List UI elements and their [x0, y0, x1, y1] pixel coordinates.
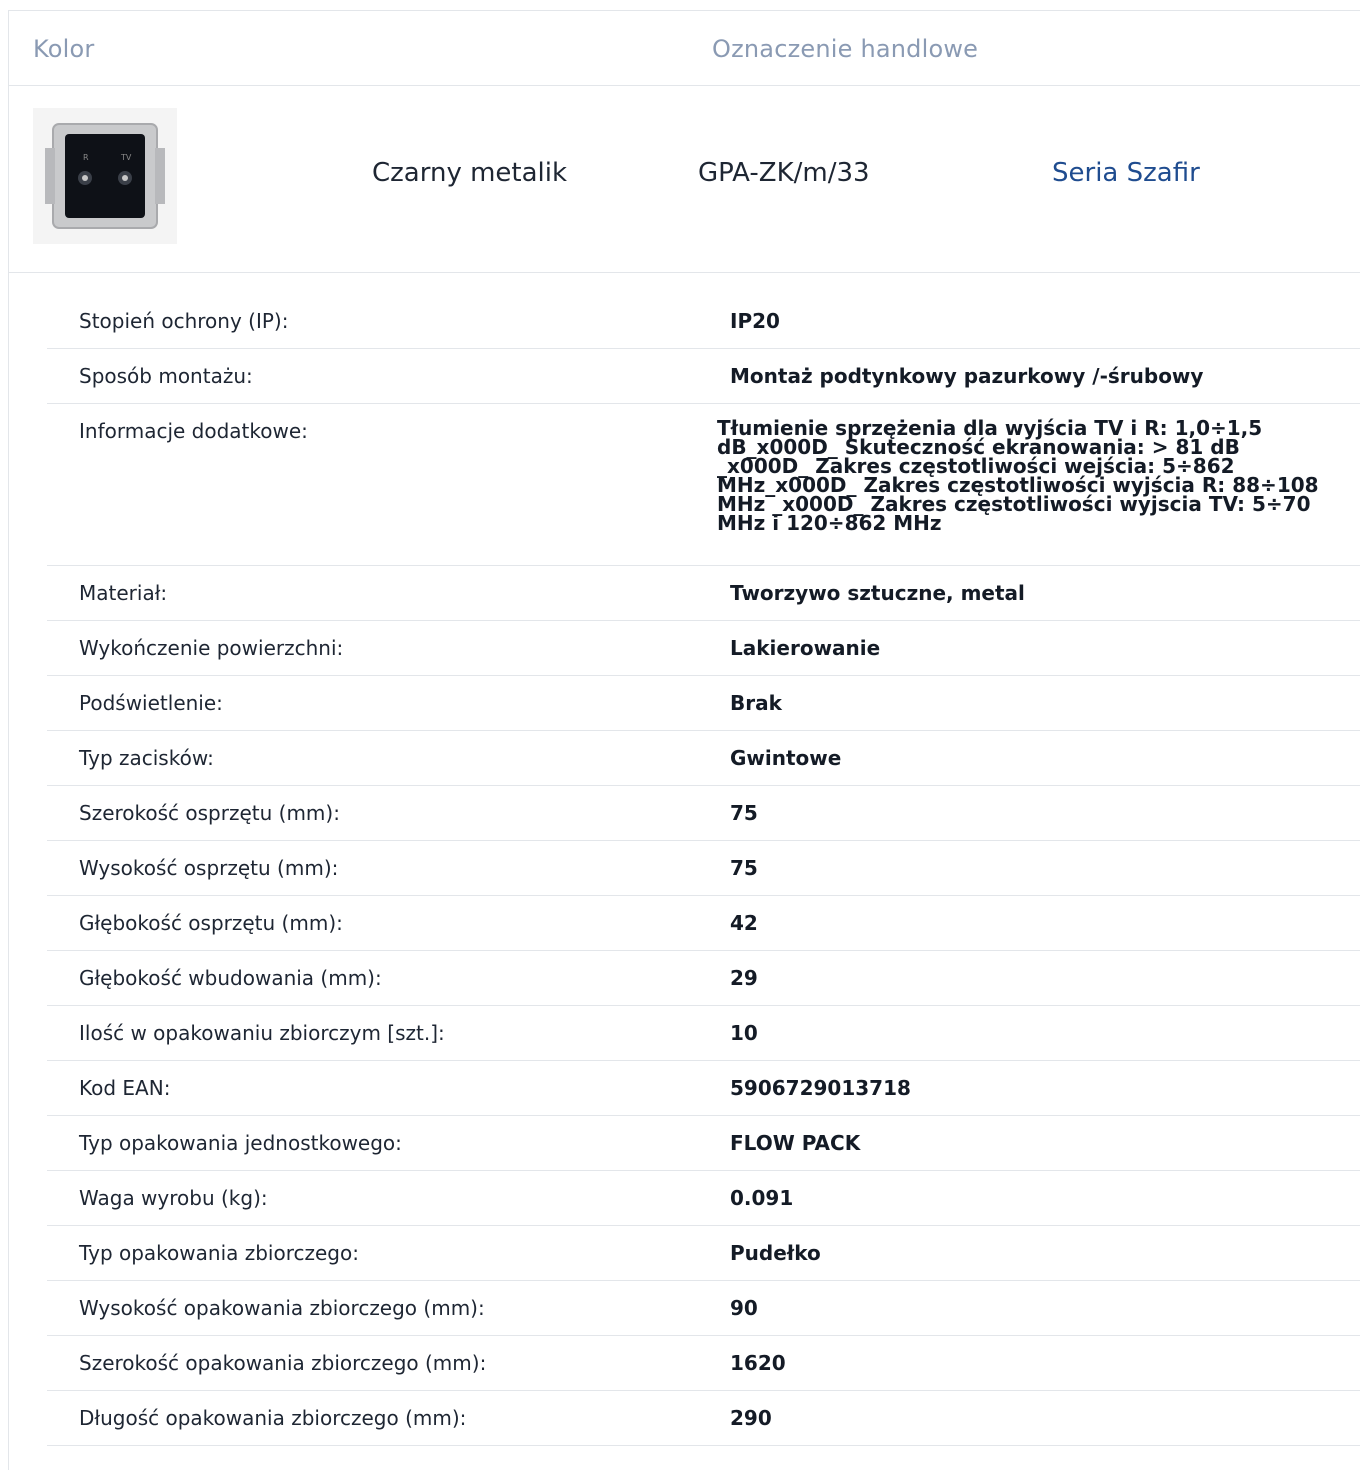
spec-value: 90: [730, 1296, 758, 1320]
spec-row: Wykończenie powierzchni: Lakierowanie: [47, 621, 1360, 676]
svg-text:TV: TV: [120, 153, 132, 162]
spec-label: Typ opakowania jednostkowego:: [79, 1131, 402, 1155]
spec-row: Informacje dodatkowe: Tłumienie sprzężen…: [47, 404, 1360, 566]
spec-value: 75: [730, 856, 758, 880]
spec-value: Montaż podtynkowy pazurkowy /-śrubowy: [730, 364, 1204, 388]
product-color: Czarny metalik: [372, 158, 568, 188]
spec-row: Ilość w opakowaniu zbiorczym [szt.]: 10: [47, 1006, 1360, 1061]
spec-value: IP20: [730, 309, 780, 333]
spec-value: 0.091: [730, 1186, 794, 1210]
tv-socket-icon: R TV: [33, 108, 177, 244]
spec-value: 290: [730, 1406, 772, 1430]
specs-table: Stopień ochrony (IP): IP20 Sposób montażu:…: [47, 294, 1360, 1446]
spec-label: Długość opakowania zbiorczego (mm):: [79, 1406, 467, 1430]
spec-row: Waga wyrobu (kg): 0.091: [47, 1171, 1360, 1226]
spec-row: Kod EAN: 5906729013718: [47, 1061, 1360, 1116]
spec-label: Ilość w opakowaniu zbiorczym [szt.]:: [79, 1021, 445, 1045]
spec-row: Głębokość wbudowania (mm): 29: [47, 951, 1360, 1006]
spec-value: 42: [730, 911, 758, 935]
spec-row: Typ opakowania jednostkowego: FLOW PACK: [47, 1116, 1360, 1171]
spec-label: Typ zacisków:: [79, 746, 214, 770]
spec-row: Typ zacisków: Gwintowe: [47, 731, 1360, 786]
spec-label: Materiał:: [79, 581, 168, 605]
spec-value: Lakierowanie: [730, 636, 881, 660]
table-header: Kolor Oznaczenie handlowe: [9, 11, 1360, 86]
spec-value: Brak: [730, 691, 782, 715]
spec-label: Głębokość osprzętu (mm):: [79, 911, 343, 935]
spec-label: Wysokość osprzętu (mm):: [79, 856, 339, 880]
spec-label: Szerokość osprzętu (mm):: [79, 801, 340, 825]
spec-label: Waga wyrobu (kg):: [79, 1186, 268, 1210]
color-column-header: Kolor: [33, 35, 95, 63]
product-code: GPA-ZK/m/33: [698, 158, 870, 188]
spec-row: Szerokość osprzętu (mm): 75: [47, 786, 1360, 841]
spec-label: Typ opakowania zbiorczego:: [79, 1241, 359, 1265]
spec-label: Wysokość opakowania zbiorczego (mm):: [79, 1296, 485, 1320]
spec-label: Głębokość wbudowania (mm):: [79, 966, 382, 990]
spec-label: Podświetlenie:: [79, 691, 223, 715]
spec-row: Typ opakowania zbiorczego: Pudełko: [47, 1226, 1360, 1281]
product-row: R TV Czarny metalik GPA-ZK/m/33 Seria Sz…: [9, 86, 1360, 273]
spec-row: Materiał: Tworzywo sztuczne, metal: [47, 566, 1360, 621]
series-link[interactable]: Seria Szafir: [1052, 158, 1200, 188]
spec-label: Stopień ochrony (IP):: [79, 309, 289, 333]
spec-value: FLOW PACK: [730, 1131, 861, 1155]
spec-value: Pudełko: [730, 1241, 821, 1265]
spec-value: Tworzywo sztuczne, metal: [730, 581, 1025, 605]
spec-value: Tłumienie sprzężenia dla wyjścia TV i R:…: [717, 416, 1319, 535]
spec-row: Wysokość osprzętu (mm): 75: [47, 841, 1360, 896]
spec-row: Stopień ochrony (IP): IP20: [47, 294, 1360, 349]
spec-value: 1620: [730, 1351, 786, 1375]
spec-value: 5906729013718: [730, 1076, 911, 1100]
spec-row: Podświetlenie: Brak: [47, 676, 1360, 731]
svg-text:R: R: [83, 153, 89, 162]
product-variant-table: Kolor Oznaczenie handlowe R TV Czarny me…: [8, 10, 1360, 1470]
spec-label: Kod EAN:: [79, 1076, 171, 1100]
spec-value: 29: [730, 966, 758, 990]
spec-value: Gwintowe: [730, 746, 842, 770]
spec-row: Długość opakowania zbiorczego (mm): 290: [47, 1391, 1360, 1446]
spec-label: Informacje dodatkowe:: [79, 419, 308, 443]
trade-name-column-header: Oznaczenie handlowe: [712, 35, 979, 63]
spec-row: Głębokość osprzętu (mm): 42: [47, 896, 1360, 951]
spec-label: Szerokość opakowania zbiorczego (mm):: [79, 1351, 487, 1375]
spec-row: Szerokość opakowania zbiorczego (mm): 162…: [47, 1336, 1360, 1391]
spec-label: Sposób montażu:: [79, 364, 253, 388]
spec-row: Wysokość opakowania zbiorczego (mm): 90: [47, 1281, 1360, 1336]
spec-label: Wykończenie powierzchni:: [79, 636, 344, 660]
spec-value: 75: [730, 801, 758, 825]
spec-value: 10: [730, 1021, 758, 1045]
spec-row: Sposób montażu: Montaż podtynkowy pazurko…: [47, 349, 1360, 404]
